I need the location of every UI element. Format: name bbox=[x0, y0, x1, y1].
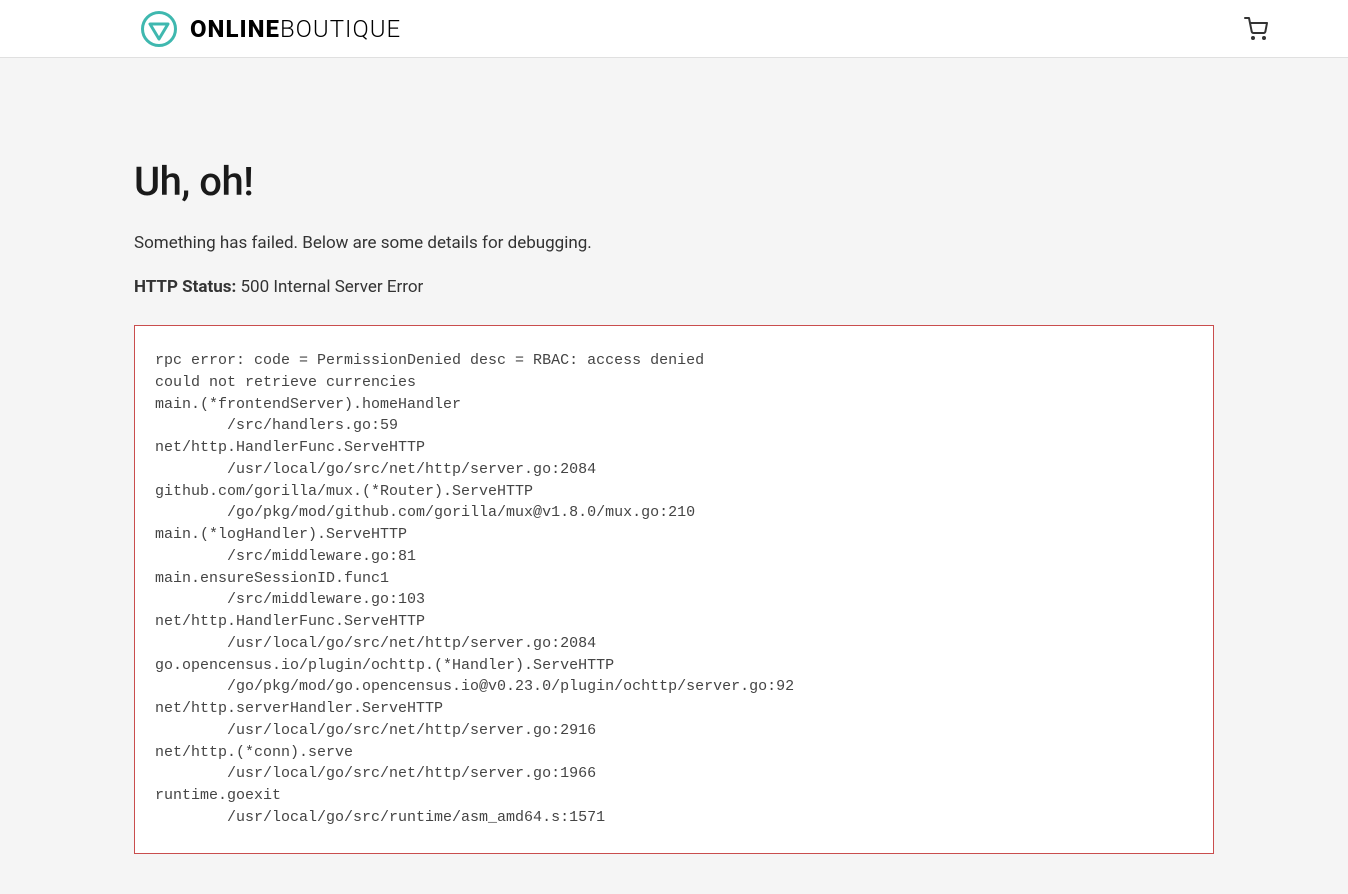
error-heading: Uh, oh! bbox=[134, 158, 1214, 205]
http-status-line: HTTP Status: 500 Internal Server Error bbox=[134, 277, 1214, 297]
http-status-label: HTTP Status: bbox=[134, 277, 236, 297]
brand-logo[interactable]: ONLINEBOUTIQUE bbox=[140, 10, 401, 48]
brand-logo-text: ONLINEBOUTIQUE bbox=[190, 15, 401, 43]
error-subtext: Something has failed. Below are some det… bbox=[134, 233, 1214, 253]
main-content: Uh, oh! Something has failed. Below are … bbox=[134, 58, 1214, 894]
site-header: ONLINEBOUTIQUE bbox=[0, 0, 1348, 58]
cart-icon[interactable] bbox=[1244, 17, 1268, 41]
brand-logo-icon bbox=[140, 10, 178, 48]
brand-bold: ONLINE bbox=[190, 15, 280, 43]
http-status-value: 500 Internal Server Error bbox=[240, 277, 423, 297]
error-stack-trace: rpc error: code = PermissionDenied desc … bbox=[134, 325, 1214, 854]
brand-light: BOUTIQUE bbox=[280, 15, 401, 43]
